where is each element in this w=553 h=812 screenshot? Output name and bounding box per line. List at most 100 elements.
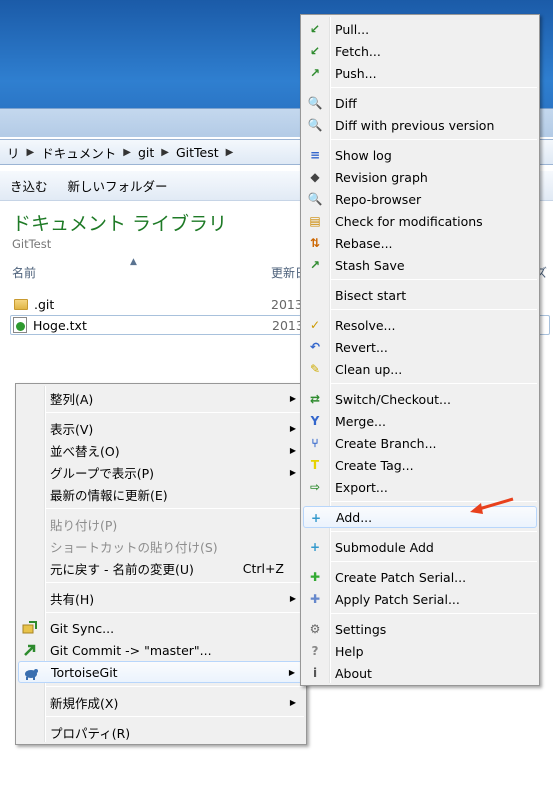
tortoise-menu-item-switch-checkout[interactable]: ⇄ Switch/Checkout... (303, 388, 537, 410)
patch-icon: ✚ (309, 570, 321, 584)
tortoise-menu-item-push[interactable]: ↗ Push... (303, 62, 537, 84)
menu-item-label: Git Sync... (50, 620, 115, 636)
menu-item-label: 並べ替え(O) (50, 443, 120, 459)
submenu-arrow-icon: ▶ (289, 445, 296, 455)
menu-item-git-commit[interactable]: Git Commit -> "master"... (18, 639, 304, 661)
menu-item-view[interactable]: 表示(V) ▶ (18, 417, 304, 439)
menu-item-label: Rebase... (335, 235, 393, 251)
menu-item-label: Bisect start (335, 287, 407, 303)
help-icon: ? (311, 644, 319, 658)
menu-item-label: Repo-browser (335, 191, 422, 207)
new-folder-button[interactable]: 新しいフォルダー (58, 176, 178, 195)
menu-item-label: Settings (335, 621, 387, 637)
menu-separator (46, 612, 304, 613)
menu-item-label: Add... (336, 509, 373, 525)
tortoise-menu-item-clean-up[interactable]: ✎ Clean up... (303, 358, 537, 380)
tortoise-menu-item-diff[interactable]: 🔍 Diff (303, 92, 537, 114)
menu-item-label: Apply Patch Serial... (335, 591, 460, 607)
pull-icon: ↙ (309, 22, 321, 36)
tortoise-menu-item-check-for-modifications[interactable]: ▤ Check for modifications (303, 210, 537, 232)
tortoise-menu-item-fetch[interactable]: ↙ Fetch... (303, 40, 537, 62)
tortoise-menu-item-diff-with-previous-version[interactable]: 🔍 Diff with previous version (303, 114, 537, 136)
menu-item-arrange[interactable]: 整列(A) ▶ (18, 387, 304, 409)
tortoise-menu-item-create-branch[interactable]: ⑂ Create Branch... (303, 432, 537, 454)
menu-separator (46, 508, 304, 509)
breadcrumb-documents[interactable]: ドキュメント (36, 143, 121, 162)
menu-item-label: Create Patch Serial... (335, 569, 467, 585)
menu-separator (331, 561, 537, 562)
menu-item-properties[interactable]: プロパティ(R) (18, 721, 304, 743)
menu-item-git-sync[interactable]: Git Sync... (18, 617, 304, 639)
file-name: Hoge.txt (33, 317, 87, 333)
rebase-icon: ⇅ (309, 236, 321, 250)
menu-separator (331, 87, 537, 88)
menu-item-share[interactable]: 共有(H) ▶ (18, 587, 304, 609)
tortoise-menu-item-rebase[interactable]: ⇅ Rebase... (303, 232, 537, 254)
breadcrumb-separator-icon[interactable]: ▶ (121, 147, 133, 158)
stash-icon: ↗ (309, 258, 321, 272)
tortoise-menu-item-submodule-add[interactable]: + Submodule Add (303, 536, 537, 558)
menu-item-label: グループで表示(P) (50, 465, 155, 481)
tortoise-menu-item-revert[interactable]: ↶ Revert... (303, 336, 537, 358)
tortoise-menu-item-show-log[interactable]: ≡ Show log (303, 144, 537, 166)
menu-separator (331, 613, 537, 614)
check-modifications-icon: ▤ (309, 214, 321, 228)
breadcrumb-separator-icon[interactable]: ▶ (25, 147, 37, 158)
menu-item-label: Fetch... (335, 43, 381, 59)
menu-item-label: About (335, 665, 372, 681)
tortoise-menu-item-settings[interactable]: ⚙ Settings (303, 618, 537, 640)
git-commit-icon (22, 642, 38, 658)
menu-item-tortoisegit[interactable]: TortoiseGit ▶ (18, 661, 304, 683)
menu-separator (331, 383, 537, 384)
switch-icon: ⇄ (309, 392, 321, 406)
tortoise-menu-item-pull[interactable]: ↙ Pull... (303, 18, 537, 40)
settings-icon: ⚙ (309, 622, 321, 636)
breadcrumb-git[interactable]: git (133, 145, 159, 160)
menu-item-group-by[interactable]: グループで表示(P) ▶ (18, 461, 304, 483)
menu-item-label: Clean up... (335, 361, 403, 377)
menu-item-label: ショートカットの貼り付け(S) (50, 539, 218, 555)
about-icon: i (312, 666, 318, 680)
column-name[interactable]: 名前 (12, 264, 36, 281)
merge-icon: Y (310, 414, 320, 428)
menu-item-label: 表示(V) (50, 421, 94, 437)
revert-icon: ↶ (309, 340, 321, 354)
menu-item-refresh[interactable]: 最新の情報に更新(E) (18, 483, 304, 505)
tortoise-menu-item-create-tag[interactable]: T Create Tag... (303, 454, 537, 476)
breadcrumb-gittest[interactable]: GitTest (171, 145, 224, 160)
menu-item-paste[interactable]: 貼り付け(P) (18, 513, 304, 535)
menu-item-label: 元に戻す - 名前の変更(U) (50, 561, 194, 577)
tortoise-menu-item-help[interactable]: ? Help (303, 640, 537, 662)
submenu-arrow-icon: ▶ (289, 697, 296, 707)
menu-item-label: 貼り付け(P) (50, 517, 118, 533)
menu-item-label: Stash Save (335, 257, 405, 273)
submenu-arrow-icon: ▶ (289, 467, 296, 477)
submodule-add-icon: + (309, 540, 321, 554)
breadcrumb-separator-icon[interactable]: ▶ (224, 147, 236, 158)
burn-button[interactable]: き込む (0, 176, 58, 195)
library-title: ドキュメント ライブラリ (12, 213, 228, 235)
breadcrumb-libraries[interactable]: リ (2, 143, 25, 162)
menu-item-new[interactable]: 新規作成(X) ▶ (18, 691, 304, 713)
tortoisegit-submenu: ↙ Pull... ↙ Fetch... ↗ Push... 🔍 Diff 🔍 Diff with… (300, 14, 540, 686)
resolve-icon: ✓ (309, 318, 321, 332)
file-date: 2013 (271, 296, 303, 312)
tortoise-menu-item-resolve[interactable]: ✓ Resolve... (303, 314, 537, 336)
menu-item-label: 整列(A) (50, 391, 94, 407)
breadcrumb-separator-icon[interactable]: ▶ (159, 147, 171, 158)
tortoise-menu-item-apply-patch-serial[interactable]: ✚ Apply Patch Serial... (303, 588, 537, 610)
menu-item-label: Create Branch... (335, 435, 437, 451)
tortoise-menu-item-about[interactable]: i About (303, 662, 537, 684)
context-menu: 整列(A) ▶ 表示(V) ▶ 並べ替え(O) ▶ グループで表示(P) ▶ 最… (15, 383, 307, 745)
menu-item-paste-shortcut[interactable]: ショートカットの貼り付け(S) (18, 535, 304, 557)
tortoise-menu-item-create-patch-serial[interactable]: ✚ Create Patch Serial... (303, 566, 537, 588)
tortoise-menu-item-repo-browser[interactable]: 🔍 Repo-browser (303, 188, 537, 210)
tortoise-menu-item-revision-graph[interactable]: ◆ Revision graph (303, 166, 537, 188)
tortoise-menu-item-stash-save[interactable]: ↗ Stash Save (303, 254, 537, 276)
menu-separator (331, 139, 537, 140)
tortoise-menu-item-merge[interactable]: Y Merge... (303, 410, 537, 432)
menu-item-sort[interactable]: 並べ替え(O) ▶ (18, 439, 304, 461)
menu-item-label: Submodule Add (335, 539, 434, 555)
menu-item-undo-rename[interactable]: 元に戻す - 名前の変更(U) Ctrl+Z (18, 557, 304, 579)
tortoise-menu-item-bisect-start[interactable]: Bisect start (303, 284, 537, 306)
